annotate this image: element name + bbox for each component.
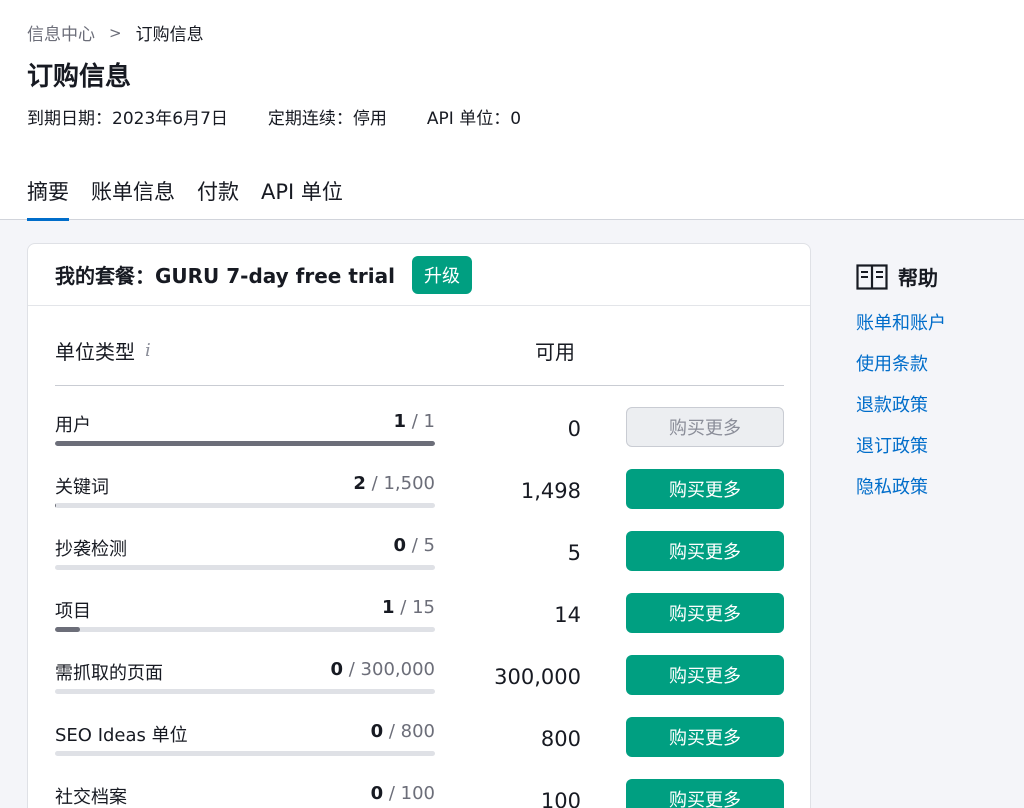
usage-progress-bar <box>55 441 435 446</box>
table-row: 用户 1 / 1 0 购买更多 <box>55 407 784 469</box>
usage-progress-bar <box>55 751 435 756</box>
usage-used: 1 <box>393 411 407 432</box>
available-count: 1,498 <box>520 479 581 503</box>
column-unit-type-label: 单位类型 <box>55 340 135 364</box>
unit-type-label: SEO Ideas 单位 <box>55 725 188 746</box>
usage-used: 1 <box>382 597 395 618</box>
table-row: 抄袭检测 0 / 5 5 购买更多 <box>55 531 784 593</box>
usage-used: 0 <box>393 535 407 556</box>
help-link-billing-account[interactable]: 账单和账户 <box>856 309 946 335</box>
unit-type-label: 关键词 <box>55 477 109 498</box>
help-link-privacy-policy[interactable]: 隐私政策 <box>856 473 946 499</box>
usage-count: 0 / 300,000 <box>331 659 436 680</box>
subscription-meta: 到期日期：2023年6月7日 定期连续：停用 API 单位：0 <box>27 104 521 129</box>
unit-type-label: 抄袭检测 <box>55 539 127 560</box>
info-icon[interactable]: i <box>145 340 151 361</box>
available-count: 800 <box>540 727 581 751</box>
buy-more-button[interactable]: 购买更多 <box>626 531 784 571</box>
tab-payment[interactable]: 付款 <box>197 176 239 221</box>
usage-limit: / 15 <box>400 597 435 618</box>
usage-used: 0 <box>370 721 384 742</box>
usage-limit: / 1,500 <box>371 473 435 494</box>
api-units-count: API 单位：0 <box>426 109 522 129</box>
usage-count: 1 / 1 <box>393 411 435 432</box>
expiry-date: 到期日期：2023年6月7日 <box>27 109 228 129</box>
available-count: 14 <box>554 603 581 627</box>
usage-count: 1 / 15 <box>382 597 435 618</box>
usage-count: 0 / 100 <box>371 783 435 804</box>
usage-count: 0 / 800 <box>371 721 435 742</box>
tab-bar: 摘要 账单信息 付款 API 单位 <box>27 176 343 221</box>
book-icon <box>856 263 888 290</box>
buy-more-button[interactable]: 购买更多 <box>626 717 784 757</box>
usage-used: 2 <box>353 473 366 494</box>
buy-more-button[interactable]: 购买更多 <box>626 407 784 447</box>
usage-progress-bar <box>55 565 435 570</box>
usage-progress-bar <box>55 627 435 632</box>
plan-header: 我的套餐：GURU 7-day free trial 升级 <box>28 244 810 306</box>
header-area: 信息中心 > 订购信息 订购信息 到期日期：2023年6月7日 定期连续：停用 … <box>0 0 1024 221</box>
help-link-refund-policy[interactable]: 退款政策 <box>856 391 946 417</box>
table-row: SEO Ideas 单位 0 / 800 800 购买更多 <box>55 717 784 779</box>
buy-more-button[interactable]: 购买更多 <box>626 779 784 808</box>
breadcrumb-parent-link[interactable]: 信息中心 <box>27 20 95 45</box>
plan-card: 我的套餐：GURU 7-day free trial 升级 单位类型 i 可用 … <box>27 243 811 808</box>
table-row: 项目 1 / 15 14 购买更多 <box>55 593 784 655</box>
available-count: 5 <box>567 541 581 565</box>
usage-limit: / 5 <box>411 535 435 556</box>
tab-summary[interactable]: 摘要 <box>27 176 69 221</box>
unit-type-label: 需抓取的页面 <box>55 663 163 684</box>
usage-used: 0 <box>330 659 344 680</box>
breadcrumb-current: 订购信息 <box>135 25 204 45</box>
help-panel: 帮助 账单和账户 使用条款 退款政策 退订政策 隐私政策 <box>856 262 946 514</box>
units-table-header: 单位类型 i 可用 <box>55 336 784 386</box>
unit-type-label: 社交档案 <box>55 787 127 808</box>
tab-billing-info[interactable]: 账单信息 <box>91 176 175 221</box>
usage-progress-fill <box>55 441 435 446</box>
usage-limit: / 300,000 <box>348 659 435 680</box>
page-title: 订购信息 <box>27 62 132 92</box>
help-link-cancellation-policy[interactable]: 退订政策 <box>856 432 946 458</box>
usage-limit: / 800 <box>388 721 435 742</box>
usage-progress-bar <box>55 503 435 508</box>
usage-count: 0 / 5 <box>393 535 435 556</box>
usage-limit: / 1 <box>411 411 435 432</box>
breadcrumb: 信息中心 > 订购信息 <box>27 20 204 46</box>
available-count: 300,000 <box>494 665 581 689</box>
column-available: 可用 <box>535 340 575 364</box>
chevron-right-icon: > <box>109 23 122 42</box>
help-title: 帮助 <box>856 262 946 291</box>
usage-progress-bar <box>55 689 435 694</box>
unit-type-label: 项目 <box>55 601 91 622</box>
unit-type-label: 用户 <box>55 415 91 436</box>
help-title-label: 帮助 <box>898 266 938 290</box>
usage-count: 2 / 1,500 <box>353 473 435 494</box>
upgrade-button[interactable]: 升级 <box>411 255 472 294</box>
tab-api-units[interactable]: API 单位 <box>261 176 343 221</box>
buy-more-button[interactable]: 购买更多 <box>626 593 784 633</box>
help-link-terms-of-use[interactable]: 使用条款 <box>856 350 946 376</box>
usage-progress-fill <box>55 627 81 632</box>
available-count: 0 <box>567 417 581 441</box>
column-unit-type: 单位类型 i <box>55 336 151 365</box>
usage-limit: / 100 <box>388 783 435 804</box>
table-row: 需抓取的页面 0 / 300,000 300,000 购买更多 <box>55 655 784 717</box>
plan-title: 我的套餐：GURU 7-day free trial <box>55 264 395 288</box>
usage-used: 0 <box>370 783 384 804</box>
auto-renewal-status: 定期连续：停用 <box>267 109 387 129</box>
buy-more-button[interactable]: 购买更多 <box>626 469 784 509</box>
table-row: 社交档案 0 / 100 100 购买更多 <box>55 779 784 808</box>
available-count: 100 <box>540 789 581 808</box>
table-row: 关键词 2 / 1,500 1,498 购买更多 <box>55 469 784 531</box>
buy-more-button[interactable]: 购买更多 <box>626 655 784 695</box>
